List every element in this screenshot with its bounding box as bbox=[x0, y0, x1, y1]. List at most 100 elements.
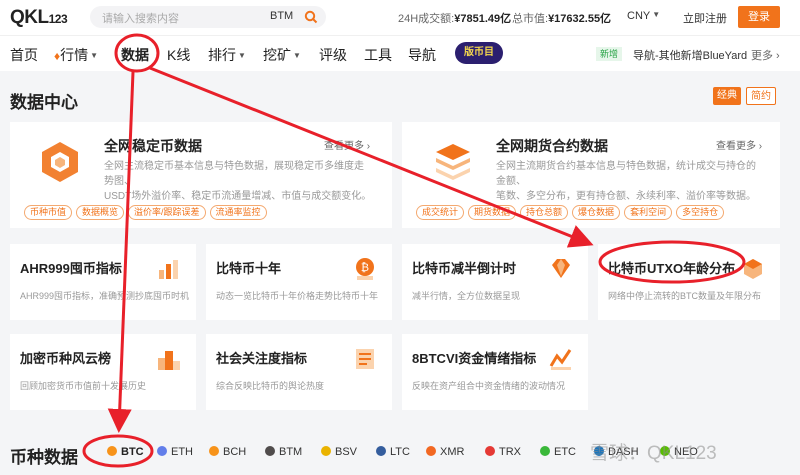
coin-label: TRX bbox=[499, 446, 521, 458]
btc-decade-card[interactable]: 比特币十年 动态一览比特币十年价格走势比特币十年 ₿ bbox=[206, 244, 392, 320]
volume-value: ¥7851.49亿 bbox=[454, 13, 512, 25]
btm-icon bbox=[265, 446, 275, 456]
crypto-ranking-card[interactable]: 加密币种风云榜 回顾加密货币市值前十发展历史 bbox=[10, 334, 196, 410]
nav-mining[interactable]: 挖矿 ▼ bbox=[263, 45, 301, 65]
simple-view-toggle[interactable]: 简约 bbox=[746, 87, 776, 105]
coin-tab-ltc[interactable]: LTC bbox=[376, 446, 410, 458]
stack-icon bbox=[436, 144, 470, 180]
currency-select[interactable]: CNY ▼ bbox=[627, 10, 660, 22]
coin-tab-bch[interactable]: BCH bbox=[209, 446, 246, 458]
datacenter-title: 数据中心 bbox=[10, 93, 78, 112]
coin-tab-btm[interactable]: BTM bbox=[265, 446, 302, 458]
site-logo[interactable]: QKL123 bbox=[10, 7, 68, 29]
see-more-link[interactable]: 查看更多 › bbox=[716, 137, 762, 152]
nav-ranking[interactable]: 排行 ▼ bbox=[208, 45, 246, 65]
bch-icon bbox=[209, 446, 219, 456]
coin-tab-xmr[interactable]: XMR bbox=[426, 446, 464, 458]
mcap-label: 总市值: bbox=[512, 13, 549, 25]
social-attention-card[interactable]: 社会关注度指标 综合反映比特币的舆论热度 bbox=[206, 334, 392, 410]
login-button[interactable]: 登录 bbox=[738, 6, 780, 28]
card-title: 比特币十年 bbox=[216, 261, 282, 276]
currency-label: CNY bbox=[627, 10, 651, 22]
coin-tab-bsv[interactable]: BSV bbox=[321, 446, 357, 458]
card-description: 反映在资产组合中资金情绪的波动情况 bbox=[412, 381, 566, 391]
register-link[interactable]: 立即注册 bbox=[683, 10, 727, 26]
card-title: 比特币UTXO年龄分布 bbox=[608, 261, 736, 276]
mcap-value: ¥17632.55亿 bbox=[548, 13, 612, 25]
promo-banner[interactable]: 版币目 bbox=[455, 42, 503, 64]
nav-rating-label: 评级 bbox=[319, 47, 347, 63]
eth-icon bbox=[157, 446, 167, 456]
tag[interactable]: 套利空间 bbox=[624, 205, 673, 220]
desc-line: USDT场外溢价率、稳定币流通量增减、市值与成交额变化。 bbox=[104, 191, 372, 202]
nav-kline-label: K线 bbox=[167, 47, 191, 63]
tag[interactable]: 持仓总额 bbox=[520, 205, 569, 220]
btc-icon bbox=[107, 446, 117, 456]
top-bar: QKL123 请输入搜索内容 BTM 24H成交额:¥7851.49亿 总市值:… bbox=[0, 0, 800, 35]
card-title: 8BTCVI资金情绪指标 bbox=[412, 351, 537, 366]
tag[interactable]: 数据概览 bbox=[76, 205, 125, 220]
classic-view-toggle[interactable]: 经典 bbox=[713, 87, 741, 105]
tag-list: 成交统计 期货数据 持仓总额 爆仓数据 套利空间 多空持仓 bbox=[416, 204, 728, 220]
nav-market[interactable]: ♦行情 ▼ bbox=[54, 45, 98, 65]
podium-icon bbox=[158, 351, 180, 370]
nav-tools-label: 工具 bbox=[364, 47, 392, 63]
new-badge: 新增 bbox=[596, 47, 623, 61]
nav-home[interactable]: 首页 bbox=[10, 45, 38, 65]
document-icon bbox=[356, 349, 374, 369]
coin-tab-btc[interactable]: BTC bbox=[107, 446, 144, 458]
chevron-down-icon: ▼ bbox=[90, 51, 99, 60]
card-description: 动态一览比特币十年价格走势比特币十年 bbox=[216, 291, 379, 301]
nav-market-label: 行情 bbox=[60, 47, 89, 63]
desc-line: 笔数、多空分布，更有持仓额、永续利率、溢价率等数据。 bbox=[496, 191, 756, 202]
futures-card[interactable]: 全网期货合约数据 查看更多 › 全网主流期货合约基本信息与特色数据，统计成交与持… bbox=[402, 122, 780, 228]
utxo-card[interactable]: 比特币UTXO年龄分布 网络中停止流转的BTC数量及年限分布 bbox=[598, 244, 780, 320]
tag[interactable]: 流通率监控 bbox=[209, 205, 267, 220]
card-description: 全网主流期货合约基本信息与特色数据，统计成交与持仓的金额、 笔数、多空分布，更有… bbox=[496, 159, 764, 204]
mcap-stat: 总市值:¥17632.55亿 bbox=[512, 10, 611, 26]
tag[interactable]: 期货数据 bbox=[468, 205, 517, 220]
coin-tab-etc[interactable]: ETC bbox=[540, 446, 576, 458]
nav-rating[interactable]: 评级 bbox=[319, 45, 347, 65]
coin-tab-eth[interactable]: ETH bbox=[157, 446, 193, 458]
tag[interactable]: 多空持仓 bbox=[676, 205, 725, 220]
see-more-link[interactable]: 查看更多 › bbox=[324, 137, 370, 152]
watermark: 雪球：QKL123 bbox=[590, 443, 717, 464]
news-ticker[interactable]: 导航-其他新增BlueYard bbox=[633, 47, 747, 63]
ltc-icon bbox=[376, 446, 386, 456]
card-title: 加密币种风云榜 bbox=[20, 351, 112, 366]
logo-text: QKL bbox=[10, 7, 49, 28]
nav-kline[interactable]: K线 bbox=[167, 45, 190, 65]
coin-tab-trx[interactable]: TRX bbox=[485, 446, 521, 458]
cube-icon bbox=[744, 259, 762, 279]
coin-data-title: 币种数据 bbox=[10, 448, 78, 467]
halving-card[interactable]: 比特币减半倒计时 减半行情，全方位数据呈现 bbox=[402, 244, 588, 320]
card-description: AHR999囤币指标，准确预测抄底囤币时机 bbox=[20, 291, 190, 301]
nav-directory[interactable]: 导航 bbox=[408, 45, 436, 65]
main-nav: 首页 ♦行情 ▼ 数据 K线 排行 ▼ 挖矿 ▼ 评级 工具 导航 版币目 新增 导航… bbox=[0, 35, 800, 71]
hexagon-icon bbox=[42, 142, 78, 182]
tag[interactable]: 溢价率/跟踪误差 bbox=[128, 205, 206, 220]
search-value[interactable]: BTM bbox=[270, 10, 293, 22]
stablecoin-card[interactable]: 全网稳定币数据 查看更多 › 全网主流稳定币基本信息与特色数据，展现稳定币多维度… bbox=[10, 122, 392, 228]
tag[interactable]: 爆仓数据 bbox=[572, 205, 621, 220]
search-icon[interactable] bbox=[304, 10, 318, 24]
tag[interactable]: 成交统计 bbox=[416, 205, 465, 220]
tag-list: 币种市值 数据概览 溢价率/跟踪误差 流通率监控 bbox=[24, 204, 271, 220]
see-more-label: 查看更多 bbox=[324, 141, 364, 152]
coin-label: BCH bbox=[223, 446, 247, 458]
volume-label: 24H成交额: bbox=[398, 13, 455, 25]
chevron-down-icon: ▼ bbox=[293, 51, 301, 60]
tag[interactable]: 币种市值 bbox=[24, 205, 73, 220]
nav-tools[interactable]: 工具 bbox=[364, 45, 392, 65]
card-description: 回顾加密货币市值前十发展历史 bbox=[20, 381, 147, 391]
more-link[interactable]: 更多 › bbox=[751, 47, 780, 63]
fund-sentiment-card[interactable]: 8BTCVI资金情绪指标 反映在资产组合中资金情绪的波动情况 bbox=[402, 334, 588, 410]
nav-ranking-label: 排行 bbox=[208, 47, 236, 63]
chevron-down-icon: ▼ bbox=[652, 10, 661, 19]
bitcoin-icon: ₿ bbox=[356, 258, 374, 280]
search-box[interactable]: 请输入搜索内容 BTM bbox=[90, 6, 326, 28]
chevron-down-icon: ▼ bbox=[238, 51, 246, 60]
nav-data[interactable]: 数据 bbox=[121, 45, 149, 65]
ahr999-card[interactable]: AHR999囤币指标 AHR999囤币指标，准确预测抄底囤币时机 bbox=[10, 244, 196, 320]
